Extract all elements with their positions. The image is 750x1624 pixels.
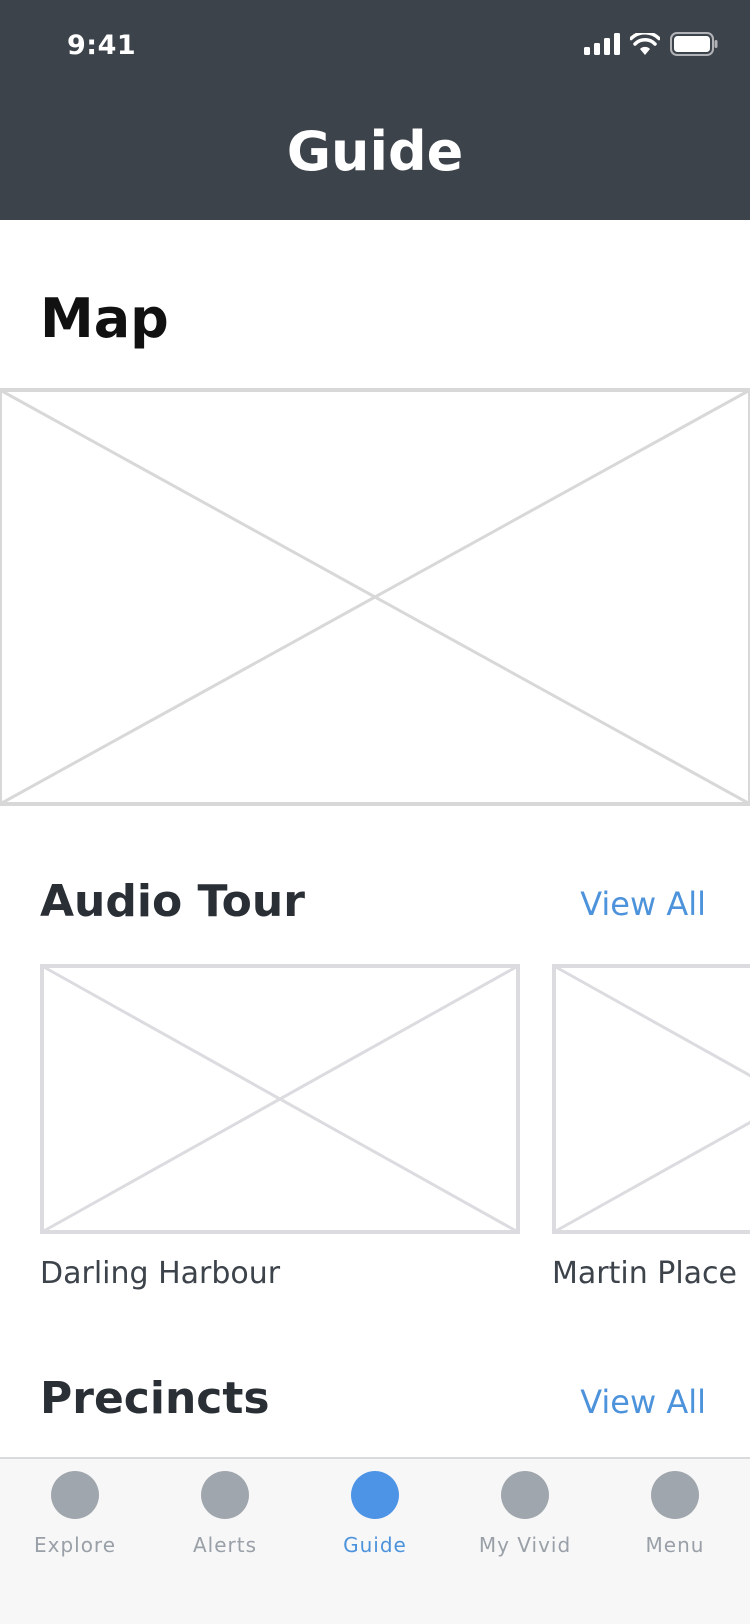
- tab-label: Explore: [33, 1533, 117, 1557]
- map-placeholder[interactable]: [0, 388, 750, 807]
- wifi-icon: [630, 33, 660, 55]
- status-time: 9:41: [67, 30, 137, 61]
- audio-tour-view-all-link[interactable]: View All: [580, 885, 706, 923]
- page-title: Guide: [286, 120, 464, 183]
- precincts-view-all-link[interactable]: View All: [580, 1383, 706, 1421]
- battery-icon: [670, 32, 718, 56]
- tab-alerts[interactable]: Alerts: [150, 1459, 300, 1579]
- tab-guide[interactable]: Guide: [300, 1459, 450, 1579]
- alerts-icon: [201, 1471, 249, 1519]
- guide-icon: [351, 1471, 399, 1519]
- status-icons: [584, 32, 718, 56]
- precincts-heading: Precincts: [40, 1373, 270, 1424]
- tab-label: My Vivid: [478, 1533, 572, 1557]
- status-bar: 9:41: [0, 0, 750, 95]
- my-vivid-icon: [501, 1471, 549, 1519]
- cellular-signal-icon: [584, 33, 620, 55]
- explore-icon: [51, 1471, 99, 1519]
- tab-menu[interactable]: Menu: [600, 1459, 750, 1579]
- audio-tour-card-label[interactable]: Martin Place: [552, 1256, 737, 1291]
- navigation-bar: Guide: [0, 95, 750, 220]
- map-heading: Map: [40, 287, 169, 350]
- tab-label: Guide: [343, 1533, 407, 1557]
- audio-tour-heading: Audio Tour: [40, 876, 305, 927]
- audio-tour-card-label[interactable]: Darling Harbour: [40, 1256, 280, 1291]
- audio-tour-card-image[interactable]: [40, 964, 520, 1234]
- tab-explore[interactable]: Explore: [0, 1459, 150, 1579]
- tab-label: Menu: [645, 1533, 705, 1557]
- tab-label: Alerts: [192, 1533, 258, 1557]
- menu-icon: [651, 1471, 699, 1519]
- audio-tour-card-image[interactable]: [552, 964, 750, 1234]
- tab-bar: Explore Alerts Guide My Vivid Menu: [0, 1457, 750, 1624]
- tab-my-vivid[interactable]: My Vivid: [450, 1459, 600, 1579]
